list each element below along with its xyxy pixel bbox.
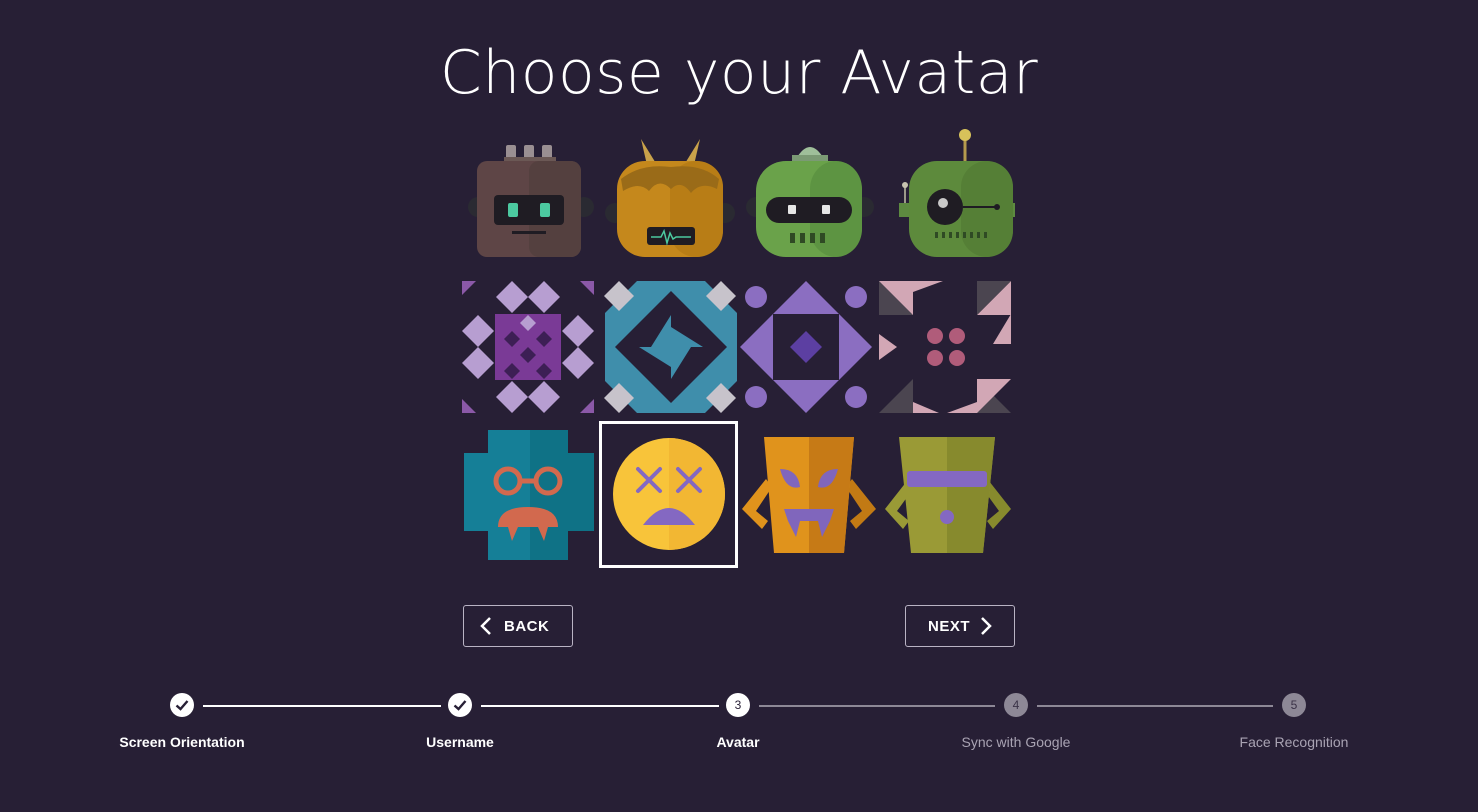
stepper-connector xyxy=(203,705,441,707)
purple-diamonds-icon xyxy=(462,281,594,413)
robot-brown-icon xyxy=(468,145,594,257)
next-button[interactable]: NEXT xyxy=(905,605,1015,647)
yellow-x-eyes-icon xyxy=(613,438,725,550)
robot-dome-icon xyxy=(746,147,874,257)
avatar-robot-brown[interactable] xyxy=(462,127,601,274)
avatar-grid xyxy=(462,127,1018,570)
avatar-pattern-purple-diamonds[interactable] xyxy=(462,274,601,421)
step-3-number: 3 xyxy=(726,693,750,717)
back-button-label: BACK xyxy=(504,617,550,635)
stepper-connector xyxy=(759,705,995,707)
chevron-left-icon xyxy=(480,617,491,635)
orange-tiki-icon xyxy=(742,437,876,553)
stepper-connector xyxy=(481,705,719,707)
dark-triangles-icon xyxy=(879,281,1011,413)
avatar-monster-teal-glasses[interactable] xyxy=(462,421,601,568)
avatar-robot-green-antenna[interactable] xyxy=(879,127,1018,274)
robot-antenna-icon xyxy=(899,129,1015,257)
avatar-pattern-teal-pinwheel[interactable] xyxy=(601,274,740,421)
lavender-diamond-icon xyxy=(740,281,872,413)
chevron-right-icon xyxy=(981,617,992,635)
step-4-label: Sync with Google xyxy=(961,734,1071,750)
avatar-mask-olive-band[interactable] xyxy=(879,421,1018,568)
next-button-label: NEXT xyxy=(928,617,971,635)
avatar-pattern-dark-triangles[interactable] xyxy=(879,274,1018,421)
teal-monster-icon xyxy=(464,430,594,560)
step-3-label: Avatar xyxy=(716,734,760,750)
step-5-label: Face Recognition xyxy=(1239,734,1349,750)
check-icon xyxy=(453,700,467,711)
avatar-robot-horned-orange[interactable] xyxy=(601,127,740,274)
back-button[interactable]: BACK xyxy=(463,605,573,647)
avatar-face-yellow-x-eyes[interactable] xyxy=(601,421,740,568)
robot-horned-icon xyxy=(605,139,735,257)
stepper-connector xyxy=(1037,705,1273,707)
step-1-label: Screen Orientation xyxy=(119,734,245,750)
teal-pinwheel-icon xyxy=(604,281,737,413)
olive-band-icon xyxy=(885,437,1011,553)
avatar-pattern-lavender-diamond[interactable] xyxy=(740,274,879,421)
page-title: Choose your Avatar xyxy=(439,38,1039,108)
step-2-check xyxy=(448,693,472,717)
step-4-number: 4 xyxy=(1004,693,1028,717)
avatar-mask-orange-tiki[interactable] xyxy=(740,421,879,568)
step-1-check xyxy=(170,693,194,717)
avatar-robot-green-dome[interactable] xyxy=(740,127,879,274)
step-2-label: Username xyxy=(426,734,494,750)
check-icon xyxy=(175,700,189,711)
step-5-number: 5 xyxy=(1282,693,1306,717)
